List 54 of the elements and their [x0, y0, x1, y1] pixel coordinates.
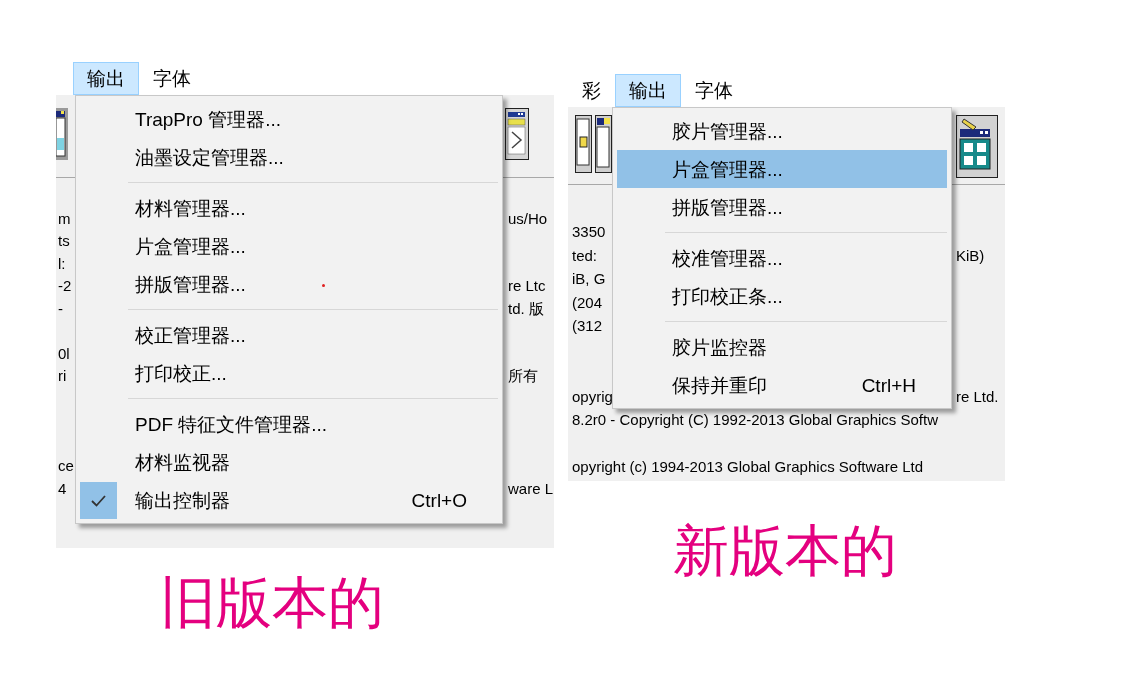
- background-text: us/Ho: [508, 209, 548, 227]
- background-text: 3350: [571, 224, 606, 240]
- background-text: opyrig: [571, 388, 613, 404]
- menu-item[interactable]: 油墨设定管理器...: [80, 138, 498, 176]
- menu-bar-item[interactable]: 输出: [73, 62, 139, 95]
- menu-bar-item[interactable]: 输出: [615, 74, 681, 107]
- menu-bar-item[interactable]: 彩: [568, 74, 615, 107]
- menu-item[interactable]: 胶片监控器: [617, 328, 947, 366]
- background-text: ted:: [571, 247, 598, 263]
- menu-item[interactable]: 校正管理器...: [80, 316, 498, 354]
- menu-bar-item[interactable]: 字体: [139, 62, 205, 95]
- window-icon[interactable]: [505, 108, 529, 160]
- background-text: opyright (c) 1994-2013 Global Graphics Software Ltd: [571, 459, 924, 475]
- background-text: td. 版: [508, 299, 544, 317]
- background-text: iB, G: [571, 271, 606, 287]
- menu-item[interactable]: TrapPro 管理器...: [80, 100, 498, 138]
- menu-item[interactable]: 输出控制器 Ctrl+O: [80, 481, 498, 519]
- window-icon[interactable]: [575, 115, 592, 173]
- background-text: 0l: [57, 345, 70, 361]
- menu-item[interactable]: 片盒管理器...: [617, 150, 947, 188]
- menu-bar-item[interactable]: 字体: [681, 74, 747, 107]
- menu-item[interactable]: 拼版管理器...: [80, 265, 498, 303]
- background-text: 8.2r0 - Copyright (C) 1992-2013 Global Graphics Softw: [571, 412, 938, 428]
- caption-text: 旧版本的: [160, 571, 384, 634]
- menu-item[interactable]: 片盒管理器...: [80, 227, 498, 265]
- background-text: ts: [57, 233, 70, 249]
- background-text: KiB): [956, 246, 985, 264]
- background-text: ri: [57, 368, 67, 384]
- background-text: 所有: [508, 367, 538, 385]
- background-text: l:: [57, 255, 66, 271]
- background-text: ce: [57, 458, 74, 474]
- menu-item[interactable]: 材料监视器: [80, 443, 498, 481]
- caption-text: 新版本的: [673, 519, 897, 582]
- background-text: -2: [57, 278, 72, 294]
- background-text: re Ltc: [508, 277, 546, 295]
- menu-item[interactable]: 保持并重印 Ctrl+H: [617, 366, 947, 404]
- background-text: (204: [571, 294, 603, 310]
- background-text: (312: [571, 318, 603, 334]
- menu-item[interactable]: 打印校正条...: [617, 277, 947, 315]
- grid-window-icon[interactable]: [956, 115, 998, 178]
- menu-item[interactable]: 拼版管理器...: [617, 188, 947, 226]
- menu-item[interactable]: 胶片管理器...: [617, 112, 947, 150]
- window-icon[interactable]: [56, 108, 68, 160]
- background-text: -: [57, 300, 63, 316]
- window-icon[interactable]: [595, 115, 612, 173]
- background-text: re Ltd.: [956, 387, 999, 405]
- menu-item[interactable]: 校准管理器...: [617, 239, 947, 277]
- menu-item[interactable]: PDF 特征文件管理器...: [80, 405, 498, 443]
- background-text: m: [57, 210, 71, 226]
- background-text: 4: [57, 480, 67, 496]
- menu-item[interactable]: 材料管理器...: [80, 189, 498, 227]
- background-text: ware L: [508, 479, 554, 497]
- menu-item[interactable]: 打印校正...: [80, 354, 498, 392]
- check-icon: [80, 481, 117, 519]
